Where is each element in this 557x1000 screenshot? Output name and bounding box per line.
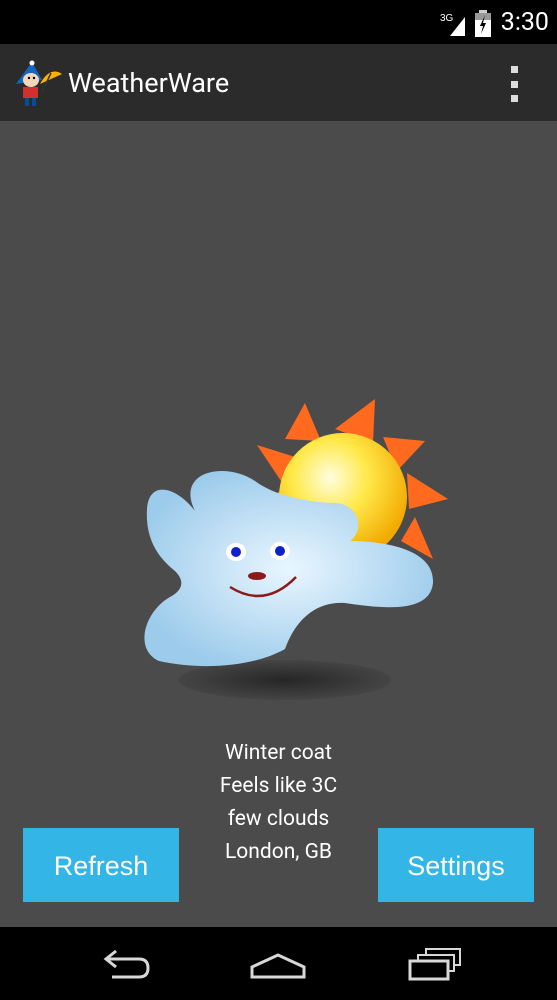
settings-button[interactable]: Settings bbox=[378, 828, 534, 902]
action-bar: WeatherWare bbox=[0, 44, 557, 121]
partly-cloudy-sun-icon bbox=[144, 399, 448, 700]
status-time: 3:30 bbox=[500, 8, 549, 37]
overflow-menu-icon[interactable] bbox=[505, 66, 523, 102]
weather-content: Winter coat Feels like 3C few clouds Lon… bbox=[0, 121, 557, 927]
feels-like-temperature: Feels like 3C bbox=[219, 774, 338, 798]
navigation-bar bbox=[0, 927, 557, 1000]
clothing-advice: Winter coat bbox=[225, 741, 332, 765]
weather-person-umbrella-icon bbox=[16, 60, 62, 106]
home-icon[interactable] bbox=[248, 945, 308, 983]
network-label: 3G bbox=[440, 13, 454, 24]
signal-3g-icon: 3G bbox=[440, 13, 465, 36]
status-bar: 3G 3:30 bbox=[0, 0, 557, 44]
back-icon[interactable] bbox=[94, 945, 154, 983]
battery-icon bbox=[475, 10, 491, 37]
app-title: WeatherWare bbox=[68, 67, 230, 99]
recent-apps-icon[interactable] bbox=[404, 945, 464, 983]
refresh-button[interactable]: Refresh bbox=[23, 828, 179, 902]
